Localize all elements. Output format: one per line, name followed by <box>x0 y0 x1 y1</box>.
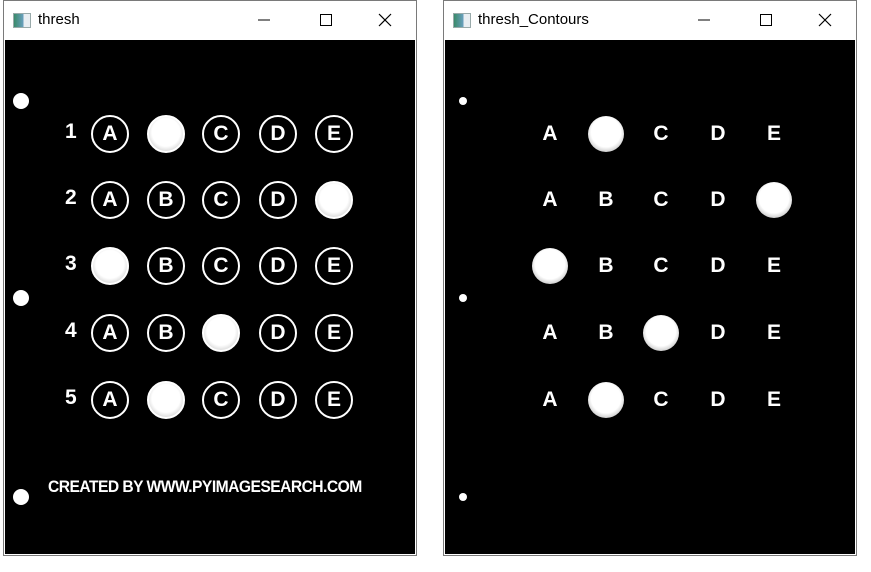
option-letter-c: C <box>653 122 669 145</box>
option-letter-d: D <box>710 188 726 211</box>
filled-bubble <box>643 315 679 351</box>
option-letter-c: C <box>653 188 669 211</box>
registration-dot <box>459 97 467 105</box>
answer-bubble-d: D <box>259 381 297 419</box>
option-letter-a: A <box>542 188 558 211</box>
maximize-button[interactable] <box>312 9 338 31</box>
answer-bubble-c <box>202 314 240 352</box>
answer-bubble-c: C <box>202 115 240 153</box>
filled-bubble <box>532 248 568 284</box>
registration-dot <box>13 489 29 505</box>
option-letter-b: B <box>598 254 614 277</box>
question-number: 5 <box>65 386 77 409</box>
option-letter-a: A <box>542 388 558 411</box>
answer-bubble-a: A <box>91 115 129 153</box>
registration-dot <box>459 294 467 302</box>
filled-bubble <box>588 382 624 418</box>
answer-bubble-d: D <box>259 314 297 352</box>
option-letter-d: D <box>710 388 726 411</box>
option-letter-e: E <box>766 254 781 277</box>
answer-bubble-c: C <box>202 381 240 419</box>
registration-dot <box>459 493 467 501</box>
option-letter-b: B <box>598 321 614 344</box>
answer-bubble-e: E <box>315 115 353 153</box>
answer-bubble-e: E <box>315 381 353 419</box>
answer-bubble-a: A <box>91 314 129 352</box>
minimize-button[interactable] <box>250 9 276 31</box>
window-title: thresh <box>38 11 80 28</box>
title-bar[interactable]: thresh <box>4 1 416 40</box>
answer-bubble-a: A <box>91 181 129 219</box>
answer-bubble-e: E <box>315 247 353 285</box>
registration-dot <box>13 290 29 306</box>
option-letter-e: E <box>766 388 781 411</box>
option-letter-e: E <box>766 122 781 145</box>
question-number: 1 <box>65 120 77 143</box>
close-button[interactable] <box>371 9 397 31</box>
option-letter-c: C <box>653 388 669 411</box>
maximize-icon <box>760 14 772 26</box>
close-button[interactable] <box>811 9 837 31</box>
answer-bubble-d: D <box>259 115 297 153</box>
close-icon <box>818 13 832 27</box>
app-icon <box>13 13 31 28</box>
filled-bubble <box>588 116 624 152</box>
close-icon <box>378 13 392 27</box>
answer-bubble-e: E <box>315 314 353 352</box>
answer-bubble-b: B <box>147 247 185 285</box>
registration-dot <box>13 93 29 109</box>
image-canvas: 1 A C D E 2 A B C D 3 B C D E 4 A B D E 5 A C D E CREATED BY WWW.… <box>5 40 415 554</box>
image-canvas: A C D E A B C D B C D E A B D E A C D E <box>445 40 855 554</box>
minimize-icon <box>698 19 710 21</box>
maximize-icon <box>320 14 332 26</box>
answer-bubble-c: C <box>202 181 240 219</box>
option-letter-e: E <box>766 321 781 344</box>
thresh-contours-window: thresh_Contours A C D E A B C D B C D E A B D E A C D E <box>443 0 857 556</box>
question-number: 4 <box>65 319 77 342</box>
option-letter-d: D <box>710 321 726 344</box>
answer-bubble-c: C <box>202 247 240 285</box>
title-bar[interactable]: thresh_Contours <box>444 1 856 40</box>
option-letter-a: A <box>542 122 558 145</box>
option-letter-c: C <box>653 254 669 277</box>
answer-bubble-b <box>147 381 185 419</box>
minimize-button[interactable] <box>690 9 716 31</box>
option-letter-d: D <box>710 254 726 277</box>
thresh-window: thresh 1 A C D E 2 A B C D 3 B C D E 4 A B D E 5 A C D E CREATED B… <box>3 0 417 556</box>
question-number: 2 <box>65 186 77 209</box>
question-number: 3 <box>65 252 77 275</box>
option-letter-a: A <box>542 321 558 344</box>
minimize-icon <box>258 19 270 21</box>
maximize-button[interactable] <box>752 9 778 31</box>
answer-bubble-d: D <box>259 181 297 219</box>
credit-text: CREATED BY WWW.PYIMAGESEARCH.COM <box>48 477 362 496</box>
window-title: thresh_Contours <box>478 11 589 28</box>
answer-bubble-a <box>91 247 129 285</box>
filled-bubble <box>756 182 792 218</box>
answer-bubble-e <box>315 181 353 219</box>
option-letter-d: D <box>710 122 726 145</box>
option-letter-b: B <box>598 188 614 211</box>
answer-bubble-b: B <box>147 314 185 352</box>
answer-bubble-b <box>147 115 185 153</box>
answer-bubble-d: D <box>259 247 297 285</box>
answer-bubble-a: A <box>91 381 129 419</box>
app-icon <box>453 13 471 28</box>
answer-bubble-b: B <box>147 181 185 219</box>
